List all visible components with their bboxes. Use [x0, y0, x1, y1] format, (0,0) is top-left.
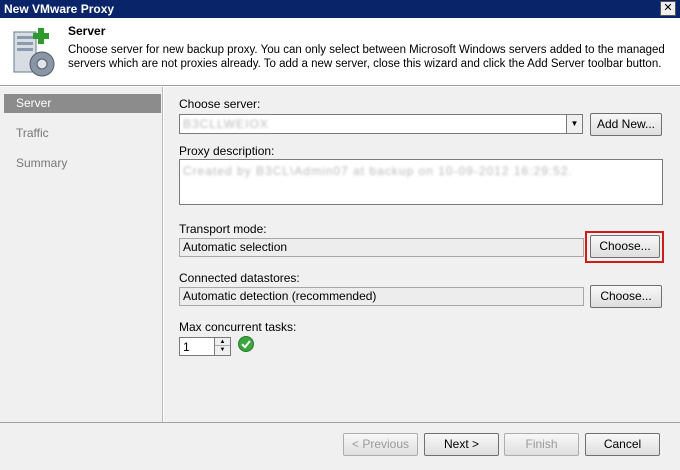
- wizard-header: Server Choose server for new backup prox…: [0, 18, 680, 86]
- window-title: New VMware Proxy: [4, 2, 115, 16]
- sidebar-item-traffic[interactable]: Traffic: [4, 124, 161, 143]
- wizard-footer: < Previous Next > Finish Cancel: [0, 422, 680, 470]
- connected-datastores-label: Connected datastores:: [179, 271, 300, 285]
- choose-server-label: Choose server:: [179, 97, 261, 111]
- add-new-button[interactable]: Add New...: [590, 113, 662, 136]
- proxy-description-textarea[interactable]: Created by B3CL\Admin07 at backup on 10-…: [179, 159, 663, 205]
- page-title: Server: [68, 24, 106, 38]
- transport-choose-button[interactable]: Choose...: [590, 235, 660, 258]
- page-description: Choose server for new backup proxy. You …: [68, 44, 665, 70]
- server-value: B3CLLWEIOX: [183, 117, 269, 131]
- transport-mode-field: Automatic selection: [179, 238, 584, 257]
- close-button[interactable]: ✕: [660, 1, 676, 16]
- spin-up-icon[interactable]: ▲: [215, 338, 230, 346]
- next-button[interactable]: Next >: [424, 433, 499, 456]
- max-tasks-label: Max concurrent tasks:: [179, 320, 297, 334]
- close-icon: ✕: [663, 1, 673, 14]
- max-tasks-value: 1: [183, 340, 190, 354]
- datastores-choose-button[interactable]: Choose...: [590, 285, 662, 308]
- spinner-buttons: ▲ ▼: [214, 338, 230, 355]
- server-gear-add-icon: [13, 28, 55, 77]
- check-icon: [238, 336, 254, 352]
- chevron-down-icon[interactable]: ▼: [566, 115, 582, 133]
- finish-button[interactable]: Finish: [504, 433, 579, 456]
- transport-mode-label: Transport mode:: [179, 222, 267, 236]
- proxy-description-label: Proxy description:: [179, 144, 275, 158]
- previous-button[interactable]: < Previous: [343, 433, 418, 456]
- max-tasks-spinner[interactable]: 1 ▲ ▼: [179, 337, 231, 356]
- server-select[interactable]: B3CLLWEIOX ▼: [179, 114, 583, 134]
- wizard-content: Choose server: B3CLLWEIOX ▼ Add New... P…: [164, 87, 680, 422]
- cancel-button[interactable]: Cancel: [585, 433, 660, 456]
- sidebar-item-server[interactable]: Server: [4, 94, 161, 113]
- wizard-steps-sidebar: Server Traffic Summary: [0, 87, 163, 422]
- window-titlebar: New VMware Proxy ✕: [0, 0, 680, 18]
- proxy-description-value: Created by B3CL\Admin07 at backup on 10-…: [183, 164, 573, 178]
- spin-down-icon[interactable]: ▼: [215, 346, 230, 354]
- sidebar-item-summary[interactable]: Summary: [4, 154, 161, 173]
- datastores-field: Automatic detection (recommended): [179, 287, 584, 306]
